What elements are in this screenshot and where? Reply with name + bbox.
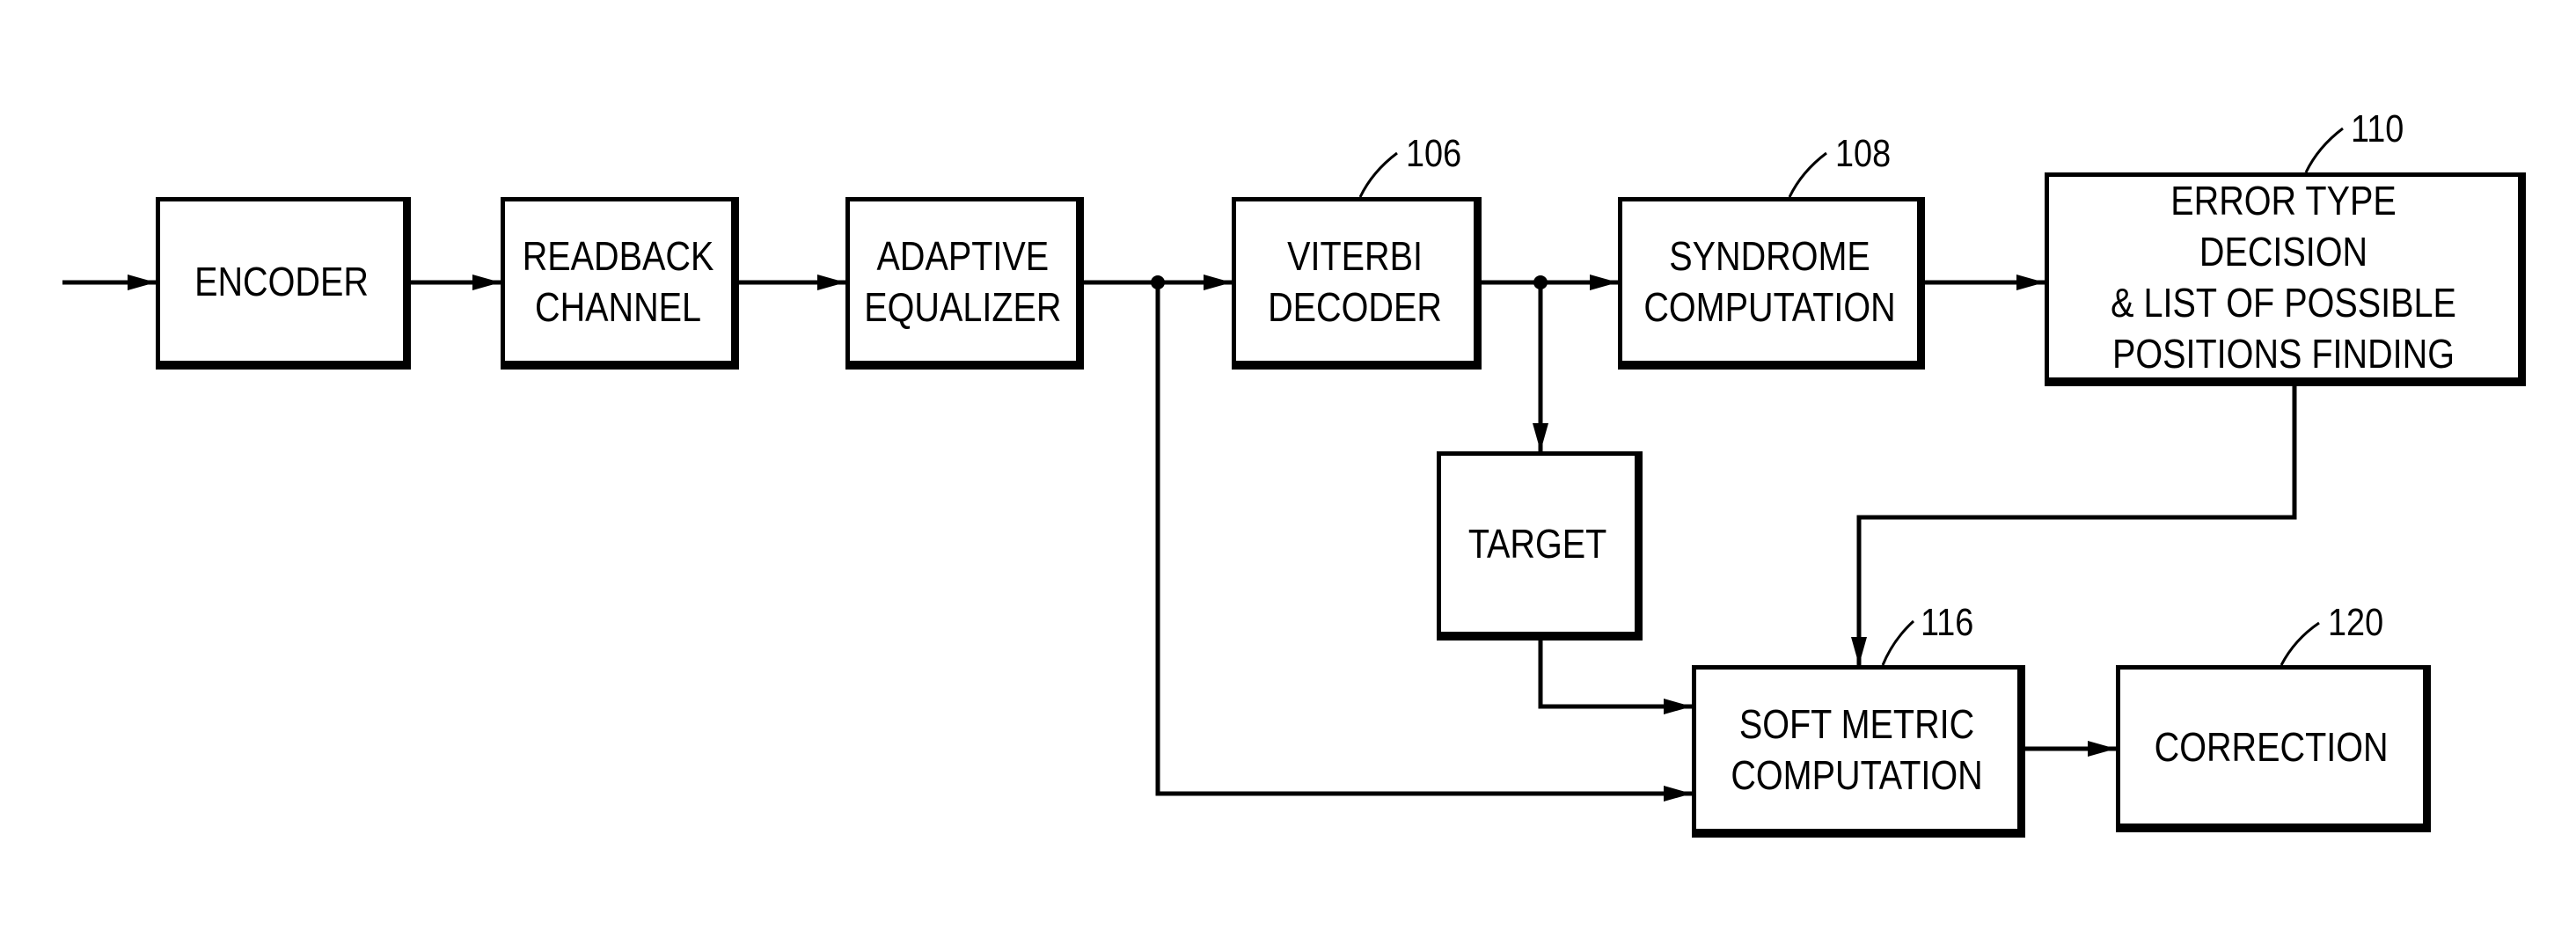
arrowhead-icon	[817, 275, 845, 290]
connector-target-softmetric	[1538, 641, 1692, 709]
arrowhead-icon	[472, 275, 501, 290]
leader-line-120	[2280, 621, 2320, 666]
viterbi-decoder-block: VITERBI DECODER	[1232, 197, 1482, 370]
ref-number-110: 110	[2351, 107, 2404, 150]
adaptive-equalizer-label: ADAPTIVE EQUALIZER	[864, 232, 1062, 330]
syndrome-computation-label: SYNDROME COMPUTATION	[1643, 232, 1896, 330]
arrowhead-icon	[1664, 699, 1692, 714]
error-type-decision-label: ERROR TYPE DECISION & LIST OF POSSIBLE P…	[2111, 178, 2456, 377]
encoder-label: ENCODER	[194, 258, 369, 304]
ref-number-120: 120	[2328, 601, 2384, 644]
adaptive-equalizer-block: ADAPTIVE EQUALIZER	[845, 197, 1084, 370]
target-label: TARGET	[1468, 521, 1607, 567]
arrowhead-icon	[128, 275, 156, 290]
arrowhead-icon	[2016, 275, 2045, 290]
junction-dot-equalizer	[1151, 275, 1165, 289]
syndrome-computation-block: SYNDROME COMPUTATION	[1618, 197, 1925, 370]
arrowhead-icon	[1664, 786, 1692, 802]
readback-channel-block: READBACK CHANNEL	[501, 197, 739, 370]
arrowhead-icon	[1204, 275, 1232, 290]
leader-line-108	[1788, 151, 1827, 198]
ref-number-106: 106	[1406, 132, 1462, 175]
arrowhead-icon	[2088, 741, 2116, 757]
viterbi-decoder-label: VITERBI DECODER	[1268, 232, 1442, 330]
ref-number-108: 108	[1835, 132, 1892, 175]
soft-metric-computation-label: SOFT METRIC COMPUTATION	[1731, 700, 1983, 798]
leader-line-106	[1358, 151, 1398, 198]
readback-channel-label: READBACK CHANNEL	[522, 232, 714, 330]
arrowhead-icon	[1590, 275, 1618, 290]
error-type-decision-block: ERROR TYPE DECISION & LIST OF POSSIBLE P…	[2045, 172, 2526, 386]
leader-line-110	[2304, 127, 2344, 173]
ref-number-116: 116	[1921, 601, 1974, 644]
leader-line-116	[1881, 619, 1915, 666]
encoder-block: ENCODER	[156, 197, 411, 370]
target-block: TARGET	[1437, 451, 1643, 641]
arrowhead-icon	[1533, 423, 1548, 451]
correction-label: CORRECTION	[2155, 723, 2389, 770]
arrowhead-icon	[1851, 637, 1867, 665]
junction-dot-viterbi	[1533, 275, 1548, 289]
soft-metric-computation-block: SOFT METRIC COMPUTATION	[1692, 665, 2025, 838]
correction-block: CORRECTION	[2116, 665, 2431, 832]
